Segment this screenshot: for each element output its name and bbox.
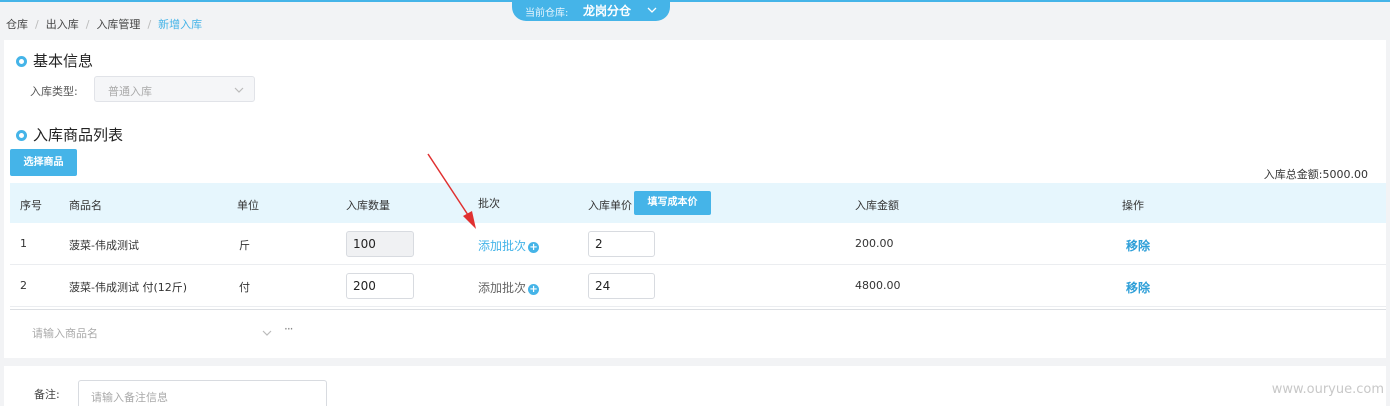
- fill-cost-button[interactable]: 填写成本价: [634, 191, 711, 215]
- col-ops: 操作: [1122, 199, 1144, 212]
- main-panel: 基本信息 入库类型: 普通入库 入库商品列表 选择商品 入库总金额:5000.0…: [4, 40, 1386, 358]
- row-amount: 200.00: [855, 237, 894, 250]
- row-index: 2: [20, 279, 27, 292]
- remove-button[interactable]: 移除: [1126, 237, 1150, 254]
- row-name: 菠菜-伟成测试: [69, 239, 139, 252]
- remark-panel: 备注: 请输入备注信息: [4, 366, 1386, 406]
- add-batch-link[interactable]: 添加批次 +: [478, 237, 540, 254]
- plus-circle-icon: +: [528, 284, 540, 295]
- remove-button[interactable]: 移除: [1126, 279, 1150, 296]
- section-goods-list-title: 入库商品列表: [33, 126, 124, 144]
- total-amount-label: 入库总金额:: [1263, 168, 1323, 181]
- section-dot-icon: [16, 56, 27, 67]
- breadcrumb-item-inout[interactable]: 出入库: [46, 18, 79, 31]
- row-unit: 付: [239, 281, 250, 294]
- watermark: www.ouryue.com: [1271, 382, 1384, 397]
- top-bar: 仓库 / 出入库 / 入库管理 / 新增入库 当前仓库: 龙岗分仓: [0, 0, 1390, 40]
- add-batch-label: 添加批次: [478, 281, 527, 295]
- col-name: 商品名: [69, 199, 102, 212]
- table-row: 1 菠菜-伟成测试 斤 100 添加批次 + 2 200.00 移除: [10, 223, 1386, 265]
- remark-input[interactable]: 请输入备注信息: [78, 380, 327, 406]
- total-amount-value: 5000.00: [1322, 168, 1369, 181]
- col-index: 序号: [20, 199, 42, 212]
- inbound-type-label: 入库类型:: [30, 85, 78, 98]
- more-icon[interactable]: ···: [284, 322, 294, 336]
- table-row: 2 菠菜-伟成测试 付(12斤) 付 200 添加批次 + 24 4800.00 …: [10, 265, 1386, 307]
- total-amount: 入库总金额:5000.00: [1264, 166, 1368, 182]
- add-goods-row: 请输入商品名 ···: [10, 309, 1386, 355]
- add-goods-input[interactable]: 请输入商品名: [32, 325, 98, 341]
- warehouse-value: 龙岗分仓: [583, 4, 632, 18]
- col-price: 入库单价: [588, 199, 632, 212]
- chevron-down-icon: [647, 7, 657, 13]
- row-name: 菠菜-伟成测试 付(12斤): [69, 281, 188, 294]
- remark-placeholder: 请输入备注信息: [91, 391, 168, 404]
- choose-goods-button[interactable]: 选择商品: [10, 149, 77, 176]
- section-dot-icon: [16, 130, 27, 141]
- section-goods-list: 入库商品列表: [16, 124, 123, 145]
- warehouse-label: 当前仓库:: [525, 8, 569, 19]
- row-unit: 斤: [239, 239, 250, 252]
- table-header: 序号 商品名 单位 入库数量 批次 入库单价 填写成本价 入库金额 操作: [10, 183, 1386, 223]
- breadcrumb-current: 新增入库: [158, 18, 203, 31]
- section-basic-info: 基本信息: [16, 50, 93, 71]
- col-amount: 入库金额: [855, 199, 899, 212]
- inbound-type-value: 普通入库: [108, 85, 152, 98]
- col-unit: 单位: [237, 199, 259, 212]
- col-batch: 批次: [478, 197, 500, 210]
- remark-label: 备注:: [34, 388, 60, 401]
- qty-input[interactable]: 200: [346, 273, 414, 299]
- add-batch-label: 添加批次: [478, 239, 527, 253]
- chevron-down-icon[interactable]: [262, 328, 272, 338]
- section-basic-info-title: 基本信息: [33, 52, 94, 70]
- price-input[interactable]: 2: [588, 231, 655, 257]
- breadcrumb-item-warehouse[interactable]: 仓库: [6, 18, 28, 31]
- row-amount: 4800.00: [855, 279, 901, 292]
- qty-input[interactable]: 100: [346, 231, 414, 257]
- chevron-down-icon: [234, 87, 244, 93]
- inbound-type-select[interactable]: 普通入库: [94, 76, 255, 102]
- row-index: 1: [20, 237, 27, 250]
- breadcrumb-item-inbound[interactable]: 入库管理: [96, 18, 140, 31]
- breadcrumb: 仓库 / 出入库 / 入库管理 / 新增入库: [6, 18, 203, 31]
- col-qty: 入库数量: [346, 199, 390, 212]
- add-batch-link[interactable]: 添加批次 +: [478, 279, 540, 296]
- plus-circle-icon: +: [528, 242, 540, 253]
- warehouse-selector[interactable]: 当前仓库: 龙岗分仓: [512, 0, 670, 21]
- price-input[interactable]: 24: [588, 273, 655, 299]
